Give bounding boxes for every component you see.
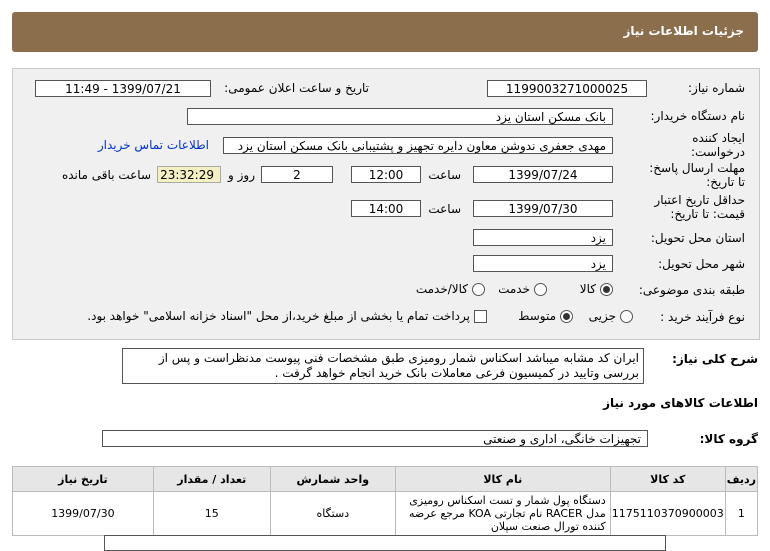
item-name: دستگاه پول شمار و تست اسکناس رومیزی مدل … (394, 491, 611, 536)
city-field: یزد (473, 255, 613, 272)
page-title: جزئیات اطلاعات نیاز (623, 24, 744, 38)
creator-label: ایجاد کننده درخواست: (691, 131, 745, 159)
radio-selected-icon (600, 283, 613, 296)
creator-field: مهدی جعفری ندوشن معاون دایره تجهیز و پشت… (223, 137, 613, 154)
column-header: نام کالا (394, 466, 611, 492)
item-code: 1175110370900003 (609, 491, 726, 536)
province-field: یزد (473, 229, 613, 246)
announce-field: 1399/07/21 - 11:49 (35, 80, 211, 97)
radio-icon (472, 283, 485, 296)
days-label: روز و (228, 168, 255, 182)
validity-date-field: 1399/07/30 (473, 200, 613, 217)
details-panel: شماره نیاز: 1199003271000025 تاریخ و ساع… (12, 68, 760, 340)
goods-group-field: تجهیزات خانگی، اداری و صنعتی (102, 430, 648, 447)
deadline-label: مهلت ارسال پاسخ: تا تاریخ: (649, 161, 745, 189)
item-unit: دستگاه (269, 491, 396, 536)
treasury-payment-option[interactable]: پرداخت تمام یا بخشی از مبلغ خرید،از محل … (87, 309, 487, 323)
radio-selected-icon (560, 310, 573, 323)
goods-group-label: گروه کالا: (699, 432, 758, 446)
deadline-time-label: ساعت (428, 168, 461, 182)
radio-icon (620, 310, 633, 323)
table-row: 1 1175110370900003 دستگاه پول شمار و تست… (12, 491, 759, 536)
announce-label: تاریخ و ساعت اعلان عمومی: (224, 81, 369, 95)
process-option-minor[interactable]: جزیی (589, 309, 633, 323)
radio-icon (534, 283, 547, 296)
need-number-field: 1199003271000025 (487, 80, 647, 97)
column-header: کد کالا (609, 466, 726, 492)
item-need-date: 1399/07/30 (12, 491, 154, 536)
row-number: 1 (724, 491, 759, 536)
deadline-time-field: 12:00 (351, 166, 421, 183)
goods-table: ردیف کد کالا نام کالا واحد شمارش تعداد /… (12, 466, 759, 536)
checkbox-icon (474, 310, 487, 323)
deadline-date-field: 1399/07/24 (473, 166, 613, 183)
column-header: تاریخ نیاز (12, 466, 154, 492)
city-label: شهر محل تحویل: (658, 257, 745, 271)
buyer-notes-field (104, 535, 666, 551)
description-field: ایران کد مشابه میباشد اسکناس شمار رومیزی… (122, 348, 644, 384)
province-label: استان محل تحویل: (650, 231, 745, 245)
category-option-goods[interactable]: کالا (580, 282, 613, 296)
validity-time-label: ساعت (428, 202, 461, 216)
process-option-medium[interactable]: متوسط (518, 309, 573, 323)
category-label: طبقه بندی موضوعی: (638, 283, 745, 297)
page-header: جزئیات اطلاعات نیاز (12, 12, 758, 52)
buyer-field: بانک مسکن استان یزد (187, 108, 613, 125)
buyer-contact-link[interactable]: اطلاعات تماس خریدار (98, 138, 209, 152)
remaining-label: ساعت باقی مانده (61, 168, 151, 182)
column-header: تعداد / مقدار (152, 466, 271, 492)
days-field: 2 (261, 166, 333, 183)
validity-time-field: 14:00 (351, 200, 421, 217)
validity-label: حداقل تاریخ اعتبار قیمت: تا تاریخ: (654, 193, 745, 221)
buyer-label: نام دستگاه خریدار: (650, 109, 746, 123)
need-number-label: شماره نیاز: (688, 81, 745, 95)
table-header-row: ردیف کد کالا نام کالا واحد شمارش تعداد /… (12, 466, 759, 492)
column-header: واحد شمارش (269, 466, 396, 492)
goods-section-title: اطلاعات کالاهای مورد نیاز (603, 396, 758, 410)
column-header: ردیف (724, 466, 759, 492)
category-option-service[interactable]: خدمت (498, 282, 547, 296)
process-label: نوع فرآیند خرید : (660, 310, 745, 324)
category-option-goods-service[interactable]: کالا/خدمت (416, 282, 485, 296)
description-label: شرح کلی نیاز: (672, 352, 758, 366)
item-quantity: 15 (152, 491, 271, 536)
remaining-timer: 23:32:29 (157, 166, 221, 183)
